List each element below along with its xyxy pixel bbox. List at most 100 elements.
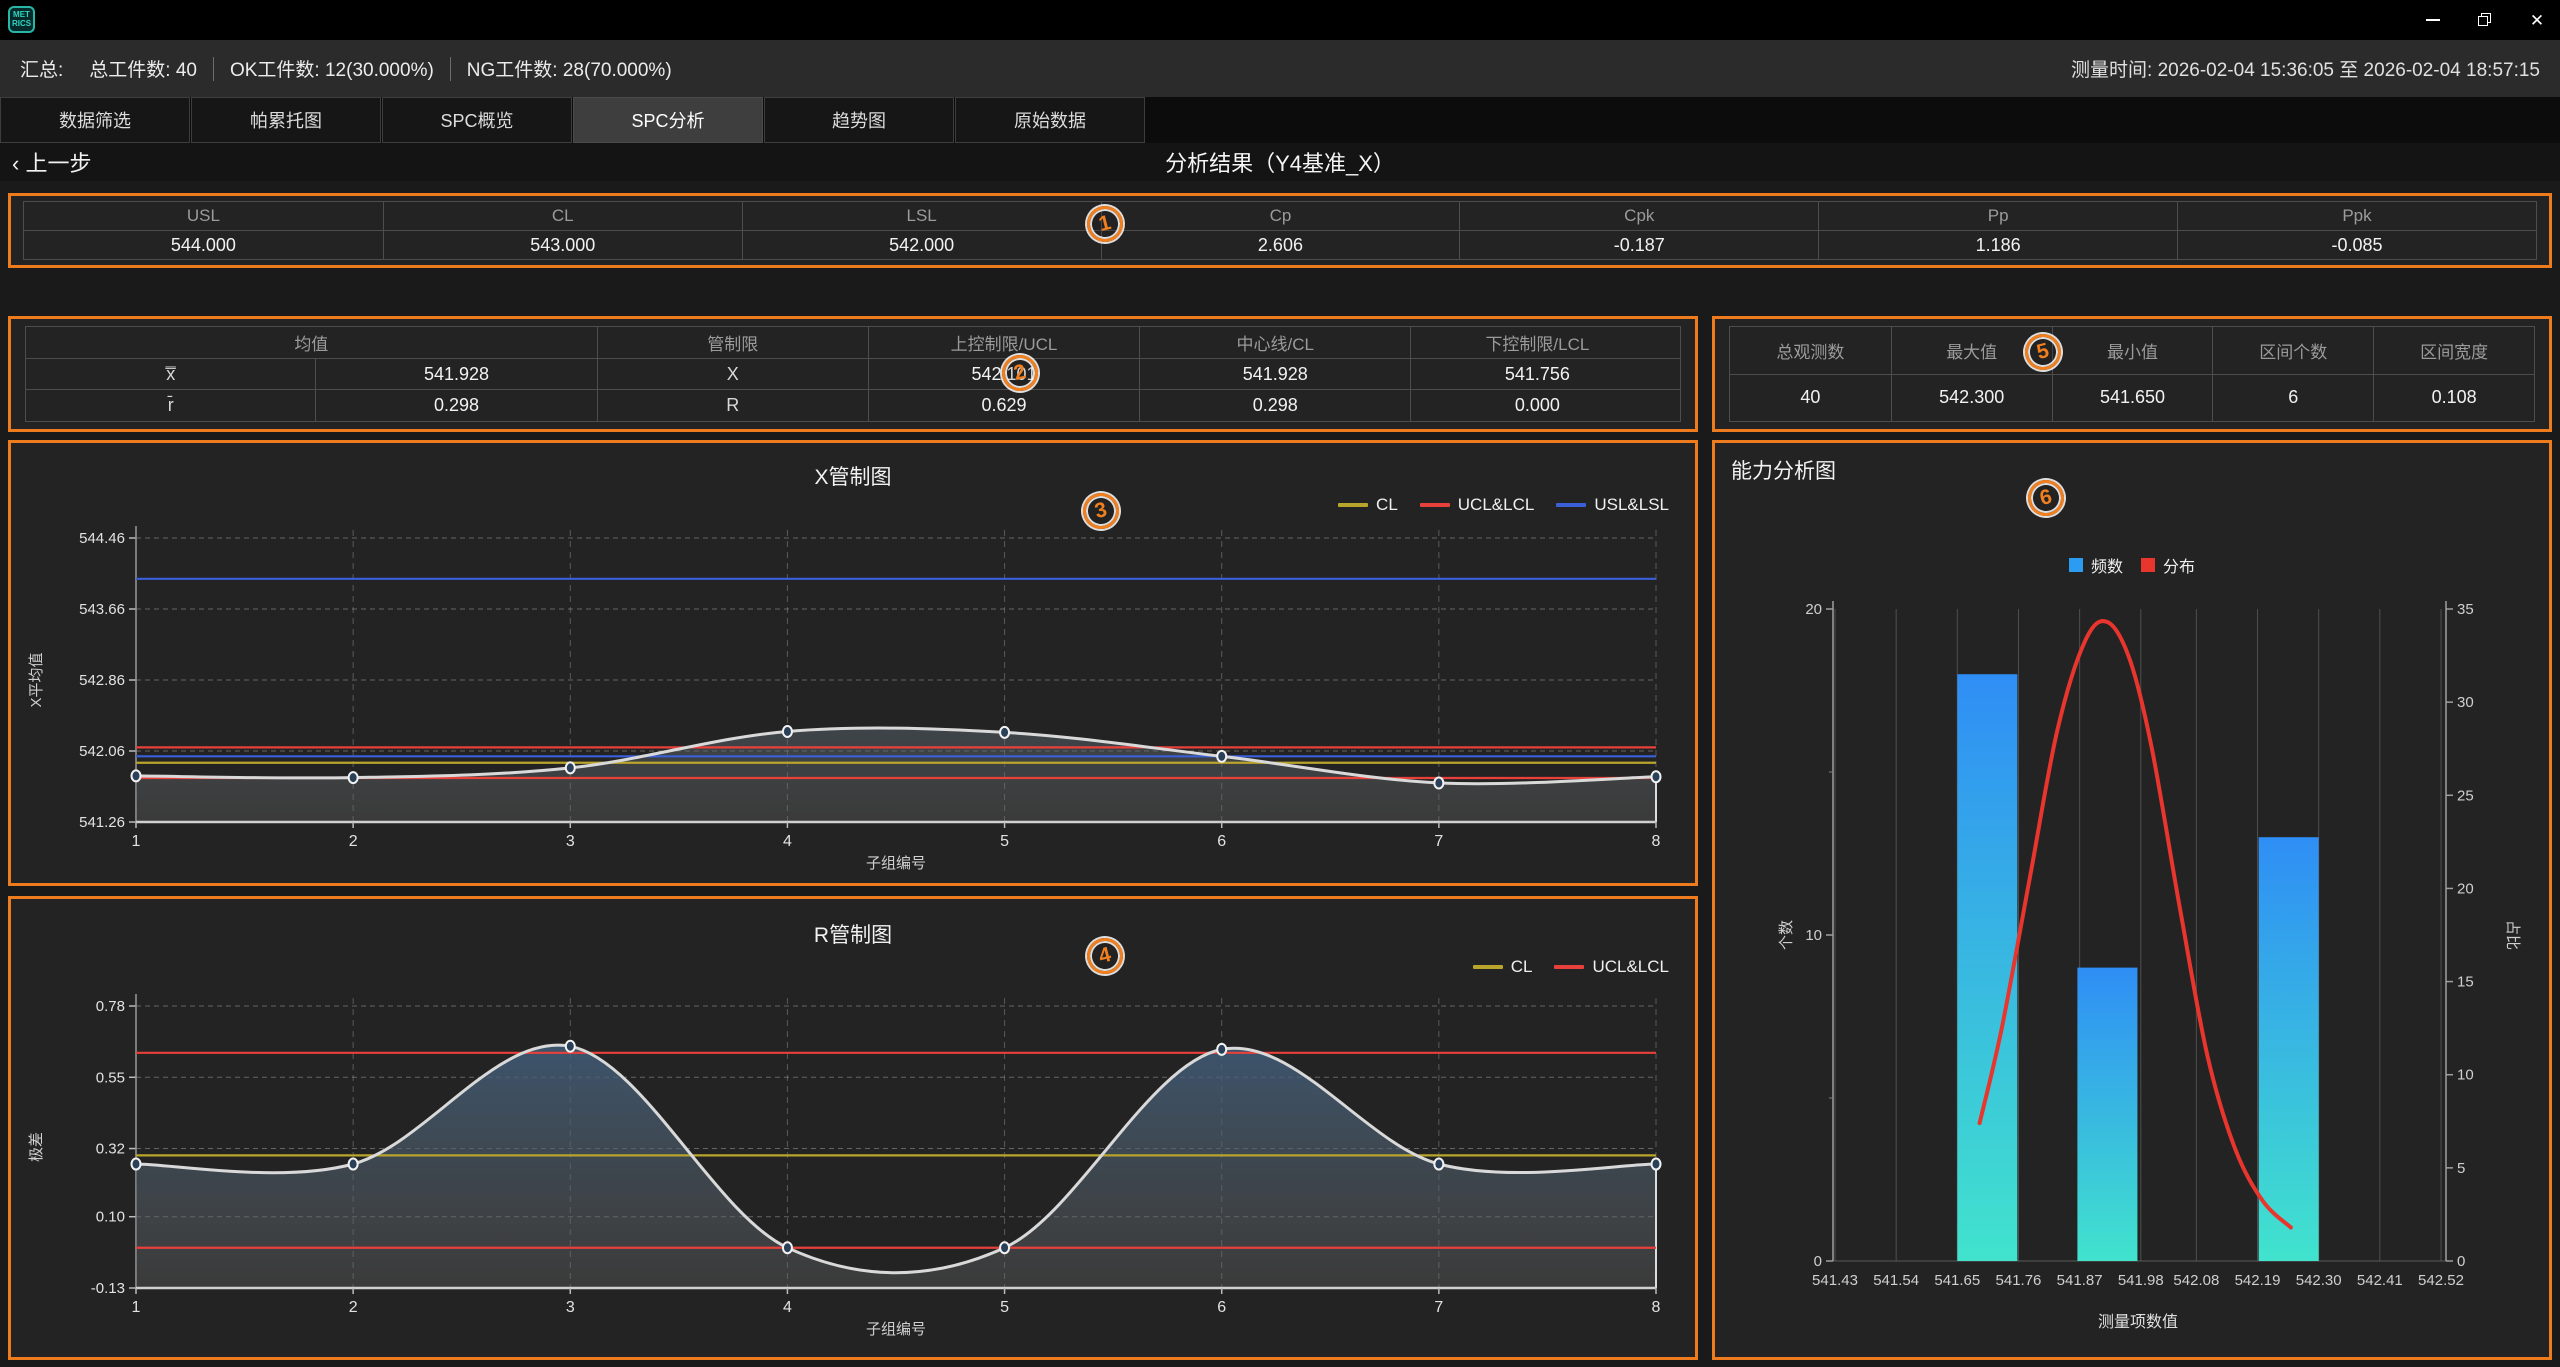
- svg-text:20: 20: [1805, 601, 1822, 618]
- range-ucl: 0.629: [868, 390, 1139, 421]
- page-header: ‹ 上一步 分析结果（Y4基准_X）: [0, 143, 2560, 181]
- xbar-cl: 541.928: [1139, 359, 1410, 390]
- header-cp: Cp: [1101, 202, 1460, 230]
- control-limits-table: 均值 管制限 上控制限/UCL 中心线/CL 下控制限/LCL x̿ 541.9…: [25, 326, 1681, 422]
- value-cp: 2.606: [1101, 231, 1460, 259]
- value-lsl: 542.000: [742, 231, 1101, 259]
- value-pp: 1.186: [1818, 231, 2177, 259]
- value-max-value: 542.300: [1891, 375, 2052, 422]
- close-icon: ✕: [2530, 12, 2544, 29]
- svg-text:6: 6: [1217, 833, 1226, 850]
- app-logo-text: MET RICS: [10, 11, 33, 29]
- measurement-time-range: 测量时间: 2026-02-04 15:36:05 至 2026-02-04 1…: [2071, 55, 2540, 82]
- value-cl: 543.000: [383, 231, 742, 259]
- svg-text:541.87: 541.87: [2057, 1272, 2103, 1289]
- tab-spc-overview[interactable]: SPC概览: [382, 97, 572, 143]
- xbar-chart-svg: 541.26542.06542.86543.66544.4612345678子组…: [11, 443, 1695, 883]
- svg-text:10: 10: [2457, 1067, 2474, 1084]
- svg-text:543.66: 543.66: [79, 601, 125, 618]
- value-bin-count: 6: [2212, 375, 2373, 422]
- summary-ok-parts: OK工件数: 12(30.000%): [230, 55, 434, 82]
- svg-text:541.26: 541.26: [79, 814, 125, 831]
- tab-pareto-chart[interactable]: 帕累托图: [191, 97, 381, 143]
- svg-text:0.32: 0.32: [96, 1141, 125, 1158]
- summary-ng-parts: NG工件数: 28(70.000%): [467, 55, 672, 82]
- svg-text:15: 15: [2457, 974, 2474, 991]
- close-button[interactable]: ✕: [2514, 0, 2560, 40]
- svg-text:542.30: 542.30: [2296, 1272, 2342, 1289]
- tab-trend-chart[interactable]: 趋势图: [764, 97, 954, 143]
- tab-spc-analysis[interactable]: SPC分析: [573, 97, 763, 143]
- range-control-chart-panel: R管制图 CL UCL&LCL -0.130.100.320.550.78123…: [8, 896, 1698, 1360]
- svg-text:0.55: 0.55: [96, 1069, 125, 1086]
- header-ucl: 上控制限/UCL: [868, 327, 1139, 358]
- svg-text:测量项数值: 测量项数值: [2098, 1313, 2178, 1331]
- summary-label: 汇总:: [20, 55, 63, 82]
- minimize-icon: [2426, 19, 2440, 21]
- svg-text:4: 4: [783, 833, 792, 850]
- header-lcl: 下控制限/LCL: [1410, 327, 1663, 358]
- svg-text:542.52: 542.52: [2418, 1272, 2464, 1289]
- svg-text:8: 8: [1652, 833, 1661, 850]
- svg-text:1: 1: [132, 1299, 141, 1316]
- svg-text:542.08: 542.08: [2173, 1272, 2219, 1289]
- value-usl: 544.000: [24, 231, 383, 259]
- svg-text:35: 35: [2457, 601, 2474, 618]
- tab-raw-data[interactable]: 原始数据: [955, 97, 1145, 143]
- header-total-observations: 总观测数: [1730, 327, 1891, 374]
- table-header-row: USL CL LSL Cp Cpk Pp Ppk: [24, 202, 2536, 230]
- svg-text:541.76: 541.76: [1996, 1272, 2042, 1289]
- histogram-stats-table: 总观测数 最大值 最小值 区间个数 区间宽度 40 542.300 541.65…: [1729, 326, 2535, 422]
- svg-text:541.65: 541.65: [1934, 1272, 1980, 1289]
- xbar-control-chart-panel: X管制图 CL UCL&LCL USL&LSL 541.26542.06542.…: [8, 440, 1698, 886]
- svg-text:20: 20: [2457, 880, 2474, 897]
- svg-text:6: 6: [1217, 1299, 1226, 1316]
- capability-chart-svg: 0102005101520253035541.43541.54541.65541…: [1715, 443, 2549, 1357]
- restore-icon: [2478, 13, 2492, 27]
- header-centerline: 中心线/CL: [1139, 327, 1410, 358]
- tab-bar: 数据筛选 帕累托图 SPC概览 SPC分析 趋势图 原始数据: [0, 97, 2560, 143]
- xbar-axis: X: [597, 359, 868, 390]
- svg-text:542.86: 542.86: [79, 672, 125, 689]
- value-cpk: -0.187: [1459, 231, 1818, 259]
- svg-text:10: 10: [1805, 927, 1822, 944]
- svg-text:544.46: 544.46: [79, 530, 125, 547]
- svg-text:541.54: 541.54: [1873, 1272, 1919, 1289]
- svg-text:3: 3: [566, 833, 575, 850]
- header-usl: USL: [24, 202, 383, 230]
- svg-text:极差: 极差: [28, 1132, 45, 1162]
- svg-text:7: 7: [1434, 833, 1443, 850]
- header-ppk: Ppk: [2177, 202, 2536, 230]
- xbar-limits-row: x̿ 541.928 X 542.101 541.928 541.756: [26, 358, 1680, 390]
- table-row: 40 542.300 541.650 6 0.108: [1730, 374, 2534, 422]
- svg-text:0.10: 0.10: [96, 1209, 125, 1226]
- svg-text:8: 8: [1652, 1299, 1661, 1316]
- histogram-stats-panel: 总观测数 最大值 最小值 区间个数 区间宽度 40 542.300 541.65…: [1712, 316, 2552, 432]
- svg-text:542.06: 542.06: [79, 743, 125, 760]
- summary-total-parts: 总工件数: 40: [89, 55, 197, 82]
- svg-text:0: 0: [2457, 1253, 2465, 1270]
- xbar-lcl: 541.756: [1410, 359, 1663, 390]
- minimize-button[interactable]: [2410, 0, 2456, 40]
- tab-data-filter[interactable]: 数据筛选: [0, 97, 190, 143]
- page-title: 分析结果（Y4基准_X）: [0, 143, 2560, 181]
- app-logo-icon: MET RICS: [8, 6, 35, 33]
- svg-text:5: 5: [1000, 1299, 1009, 1316]
- range-lcl: 0.000: [1410, 390, 1663, 421]
- range-limits-row: r̄ 0.298 R 0.629 0.298 0.000: [26, 389, 1680, 421]
- svg-text:542.19: 542.19: [2235, 1272, 2281, 1289]
- spec-summary-table: USL CL LSL Cp Cpk Pp Ppk 544.000 543.000…: [23, 201, 2537, 260]
- svg-text:0.78: 0.78: [96, 998, 125, 1015]
- header-mean: 均值: [26, 327, 597, 358]
- range-cl: 0.298: [1139, 390, 1410, 421]
- value-bin-width: 0.108: [2373, 375, 2534, 422]
- range-mean: 0.298: [315, 390, 596, 421]
- header-lsl: LSL: [742, 202, 1101, 230]
- maximize-restore-button[interactable]: [2462, 0, 2508, 40]
- svg-text:541.98: 541.98: [2118, 1272, 2164, 1289]
- range-axis: R: [597, 390, 868, 421]
- table-header-row: 总观测数 最大值 最小值 区间个数 区间宽度: [1730, 327, 2534, 374]
- divider: [450, 57, 451, 81]
- svg-text:个数: 个数: [1778, 920, 1795, 950]
- svg-text:1: 1: [132, 833, 141, 850]
